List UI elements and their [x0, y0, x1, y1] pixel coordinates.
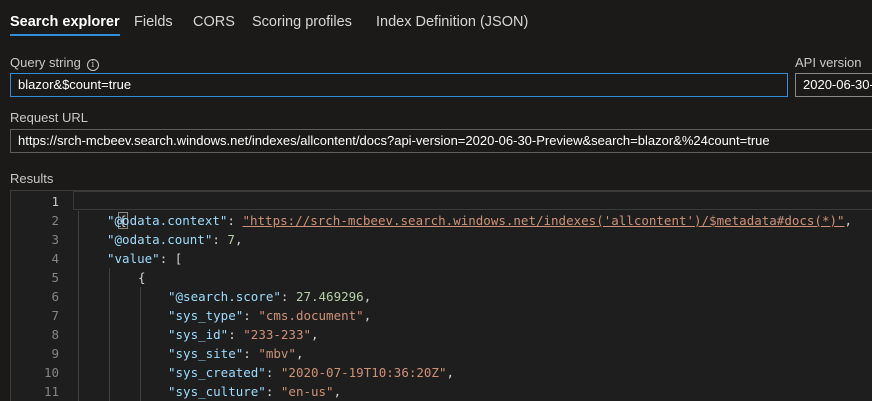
json-number: 27.469296 [295, 289, 364, 304]
request-url-label: Request URL [10, 110, 89, 125]
code-line: { [138, 268, 146, 287]
code-line: "sys_site": "mbv", [168, 346, 304, 361]
code-line: "@odata.count": 7, [107, 232, 243, 247]
line-number: 9 [51, 346, 59, 361]
json-key: "sys_culture" [168, 384, 266, 399]
line-number: 2 [51, 213, 59, 228]
code-line: "@search.score": 27.469296, [168, 289, 372, 304]
code-line: "@odata.context": "https://srch-mcbeev.s… [107, 213, 853, 228]
code-line: "sys_type": "cms.document", [168, 308, 372, 323]
query-string-label: Query string i [10, 55, 99, 71]
json-key: "@odata.count" [107, 232, 213, 247]
json-key: "sys_created" [168, 365, 266, 380]
line-number: 10 [43, 365, 59, 380]
json-key: "sys_id" [168, 327, 229, 342]
tab-fields[interactable]: Fields [134, 0, 173, 44]
indent-guide [140, 287, 141, 401]
tab-search-explorer[interactable]: Search explorer [10, 0, 120, 44]
query-string-label-text: Query string [10, 55, 81, 70]
json-string: "233-233" [243, 327, 312, 342]
tab-scoring-profiles[interactable]: Scoring profiles [252, 0, 352, 44]
results-label: Results [10, 171, 54, 186]
json-string: "2020-07-19T10:36:20Z" [280, 365, 447, 380]
line-number: 6 [51, 289, 59, 304]
line-number: 3 [51, 232, 59, 247]
json-key: "@odata.context" [107, 213, 228, 228]
code-line: "sys_created": "2020-07-19T10:36:20Z", [168, 365, 455, 380]
line-number: 1 [51, 194, 59, 209]
code-line: "value": [ [107, 251, 183, 266]
info-icon[interactable]: i [86, 59, 99, 71]
tab-cors[interactable]: CORS [193, 0, 235, 44]
indent-guide [109, 268, 110, 401]
json-bracket: [ [174, 251, 183, 266]
query-string-input[interactable]: blazor&$count=true [10, 73, 788, 97]
api-version-select[interactable]: 2020-06-30-Preview [795, 73, 872, 97]
api-version-label: API version [795, 55, 862, 70]
results-editor[interactable]: 1 2 3 4 5 6 7 8 9 10 11 { "@odata.contex… [10, 190, 872, 401]
json-string: "mbv" [258, 346, 296, 361]
line-number: 8 [51, 327, 59, 342]
json-key: "sys_type" [168, 308, 244, 323]
code-line: "sys_id": "233-233", [168, 327, 319, 342]
line-number: 7 [51, 308, 59, 323]
code-line: "sys_culture": "en-us", [168, 384, 342, 399]
json-link[interactable]: "https://srch-mcbeev.search.windows.net/… [242, 213, 844, 228]
request-url-field[interactable]: https://srch-mcbeev.search.windows.net/i… [10, 129, 872, 153]
json-key: "sys_site" [168, 346, 244, 361]
json-key: "value" [107, 251, 160, 266]
code-area[interactable]: { "@odata.context": "https://srch-mcbeev… [73, 191, 872, 401]
line-number: 4 [51, 251, 59, 266]
code-line: { [73, 191, 872, 229]
json-string: "en-us" [280, 384, 334, 399]
tab-bar: Search explorer Fields CORS Scoring prof… [0, 0, 872, 44]
tab-index-definition[interactable]: Index Definition (JSON) [376, 0, 528, 44]
json-number: 7 [227, 232, 235, 247]
line-number: 5 [51, 270, 59, 285]
json-string: "cms.document" [258, 308, 364, 323]
line-number-gutter: 1 2 3 4 5 6 7 8 9 10 11 [11, 191, 73, 401]
json-brace: { [138, 270, 146, 285]
line-number: 11 [43, 384, 59, 399]
json-key: "@search.score" [168, 289, 281, 304]
